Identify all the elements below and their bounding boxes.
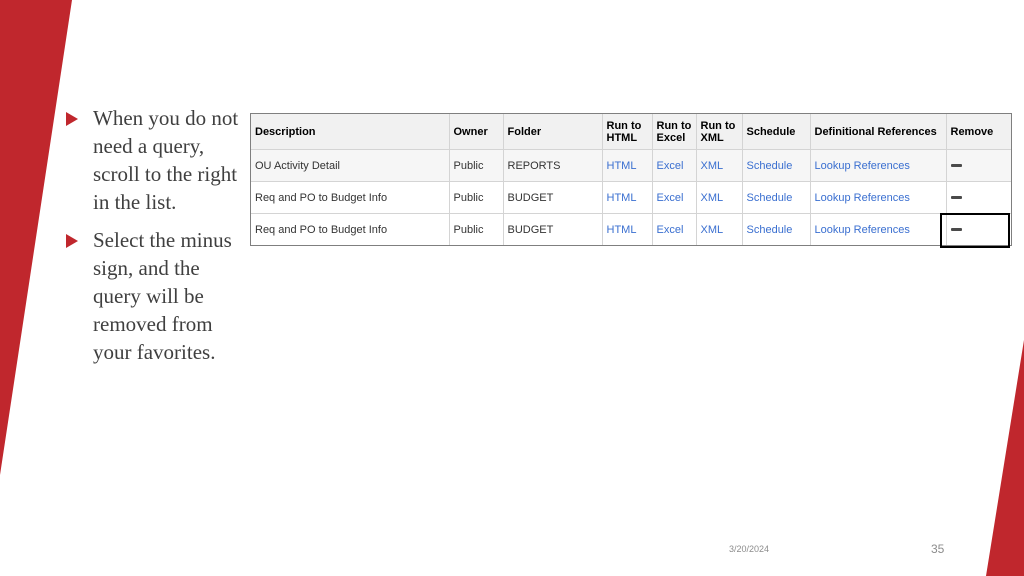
header-description[interactable]: Description — [251, 114, 450, 150]
run-html-link[interactable]: HTML — [607, 160, 637, 172]
schedule-link[interactable]: Schedule — [747, 160, 793, 172]
favorites-table: Description Owner Folder Run to HTML Run… — [251, 114, 1011, 245]
favorites-table-panel: Description Owner Folder Run to HTML Run… — [250, 113, 1012, 246]
table-row: OU Activity Detail Public REPORTS HTML E… — [251, 149, 1011, 182]
bullet-text: When you do not need a query, scroll to … — [93, 106, 239, 214]
minus-icon[interactable] — [950, 228, 962, 232]
header-remove: Remove — [946, 114, 1011, 150]
cell-folder: BUDGET — [503, 181, 603, 214]
schedule-link[interactable]: Schedule — [747, 192, 793, 204]
cell-folder: BUDGET — [503, 213, 603, 245]
run-xml-link[interactable]: XML — [701, 224, 724, 236]
run-html-link[interactable]: HTML — [607, 192, 637, 204]
bullet-item: When you do not need a query, scroll to … — [66, 104, 246, 216]
cell-owner: Public — [449, 213, 504, 245]
lookup-references-link[interactable]: Lookup References — [815, 224, 910, 236]
bullet-list: When you do not need a query, scroll to … — [66, 104, 246, 376]
header-run-to-html: Run to HTML — [602, 114, 653, 150]
header-owner[interactable]: Owner — [449, 114, 504, 150]
table-header-row: Description Owner Folder Run to HTML Run… — [251, 114, 1011, 150]
run-excel-link[interactable]: Excel — [657, 224, 684, 236]
header-definitional-references: Definitional References — [810, 114, 947, 150]
header-run-to-xml: Run to XML — [696, 114, 743, 150]
bullet-item: Select the minus sign, and the query wil… — [66, 226, 246, 366]
cell-owner: Public — [449, 181, 504, 214]
cell-description: Req and PO to Budget Info — [251, 213, 450, 245]
header-schedule: Schedule — [742, 114, 811, 150]
left-accent-bar — [0, 0, 72, 475]
header-folder[interactable]: Folder — [503, 114, 603, 150]
header-run-to-excel: Run to Excel — [652, 114, 697, 150]
run-excel-link[interactable]: Excel — [657, 192, 684, 204]
slide-date: 3/20/2024 — [729, 544, 770, 554]
minus-icon[interactable] — [950, 164, 962, 168]
cell-folder: REPORTS — [503, 149, 603, 182]
bullet-text: Select the minus sign, and the query wil… — [93, 228, 232, 364]
run-xml-link[interactable]: XML — [701, 160, 724, 172]
bullet-arrow-icon — [66, 112, 78, 126]
cell-description: OU Activity Detail — [251, 149, 450, 182]
table-row: Req and PO to Budget Info Public BUDGET … — [251, 181, 1011, 214]
run-xml-link[interactable]: XML — [701, 192, 724, 204]
lookup-references-link[interactable]: Lookup References — [815, 160, 910, 172]
lookup-references-link[interactable]: Lookup References — [815, 192, 910, 204]
table-row: Req and PO to Budget Info Public BUDGET … — [251, 213, 1011, 245]
slide-page-number: 35 — [931, 542, 945, 556]
minus-icon[interactable] — [950, 196, 962, 200]
bullet-arrow-icon — [66, 234, 78, 248]
run-html-link[interactable]: HTML — [607, 224, 637, 236]
run-excel-link[interactable]: Excel — [657, 160, 684, 172]
cell-owner: Public — [449, 149, 504, 182]
right-accent-bar — [986, 340, 1024, 576]
cell-description: Req and PO to Budget Info — [251, 181, 450, 214]
schedule-link[interactable]: Schedule — [747, 224, 793, 236]
